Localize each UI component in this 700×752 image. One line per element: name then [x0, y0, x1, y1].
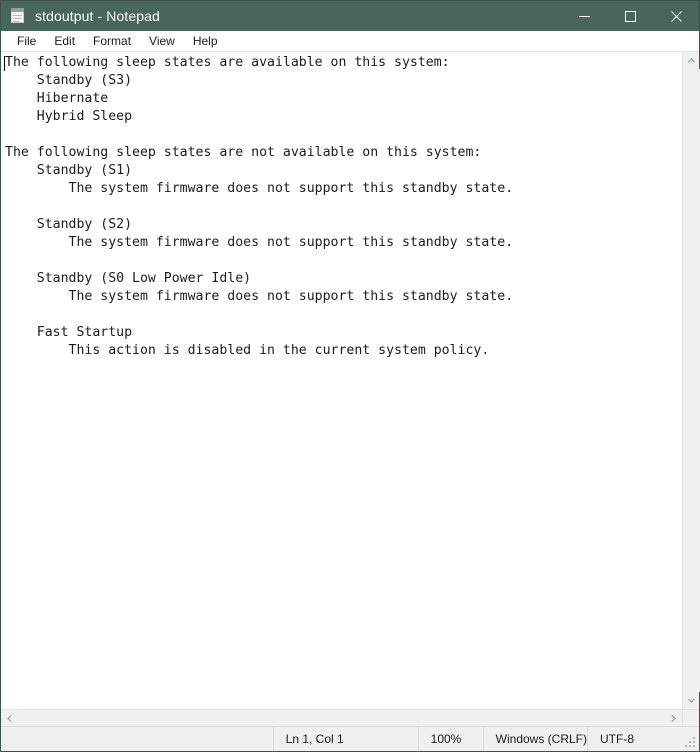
scrollbar-corner [682, 710, 699, 727]
status-encoding: UTF-8 [587, 727, 699, 751]
status-bar: Ln 1, Col 1 100% Windows (CRLF) UTF-8 [1, 726, 699, 751]
status-zoom[interactable]: 100% [417, 727, 483, 751]
notepad-icon [10, 8, 26, 24]
status-spacer [1, 727, 273, 751]
vertical-scrollbar[interactable] [682, 52, 700, 709]
close-button[interactable] [653, 1, 699, 31]
text-area[interactable]: The following sleep states are available… [1, 52, 682, 709]
title-bar[interactable]: stdoutput - Notepad [1, 1, 699, 31]
horizontal-scroll-thumb[interactable] [18, 710, 665, 727]
window-title: stdoutput - Notepad [35, 8, 160, 24]
menu-item-help[interactable]: Help [184, 33, 227, 50]
menu-item-edit[interactable]: Edit [45, 33, 84, 50]
status-position: Ln 1, Col 1 [272, 727, 418, 751]
menu-bar: File Edit Format View Help [1, 31, 699, 52]
scroll-down-icon[interactable] [683, 692, 700, 709]
maximize-button[interactable] [607, 1, 653, 31]
vertical-scroll-thumb[interactable] [682, 69, 700, 692]
status-line-ending: Windows (CRLF) [482, 727, 587, 751]
window-controls [561, 1, 699, 31]
horizontal-scrollbar-row [1, 709, 699, 727]
notepad-window: stdoutput - Notepad File Edit Format Vie… [0, 0, 700, 752]
scroll-right-icon[interactable] [665, 710, 682, 727]
menu-item-view[interactable]: View [140, 33, 184, 50]
editor-text[interactable]: The following sleep states are available… [1, 54, 513, 360]
horizontal-scrollbar[interactable] [1, 710, 682, 727]
scroll-left-icon[interactable] [1, 710, 18, 727]
menu-item-file[interactable]: File [8, 33, 45, 50]
minimize-button[interactable] [561, 1, 607, 31]
menu-item-format[interactable]: Format [84, 33, 140, 50]
editor-body: The following sleep states are available… [1, 52, 700, 709]
scroll-up-icon[interactable] [683, 52, 700, 69]
resize-grip-icon[interactable] [685, 737, 696, 748]
